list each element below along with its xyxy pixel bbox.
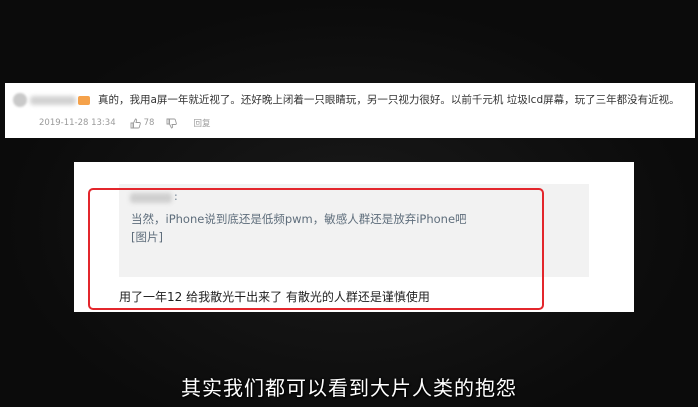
comment-card: 真的，我用a屏一年就近视了。还好晚上闭着一只眼睛玩，另一只视力很好。以前千元机 … [5,83,695,138]
thumbs-up-icon[interactable] [130,118,141,129]
highlight-frame [88,188,544,310]
vip-badge-icon [78,96,90,105]
comment-date: 2019-11-28 13:34 [39,118,116,128]
reply-button[interactable]: 回复 [193,117,210,129]
comment-text: 真的，我用a屏一年就近视了。还好晚上闭着一只眼睛玩，另一只视力很好。以前千元机 … [98,94,680,106]
video-subtitle: 其实我们都可以看到大片人类的抱怨 [181,376,517,400]
video-frame: 真的，我用a屏一年就近视了。还好晚上闭着一只眼睛玩，另一只视力很好。以前千元机 … [0,0,698,407]
like-count: 78 [143,118,155,128]
avatar[interactable] [13,93,27,107]
thumbs-down-icon[interactable] [166,118,178,129]
comment-meta: 2019-11-28 13:34 78 回复 [39,116,210,130]
blurred-username [30,96,76,105]
